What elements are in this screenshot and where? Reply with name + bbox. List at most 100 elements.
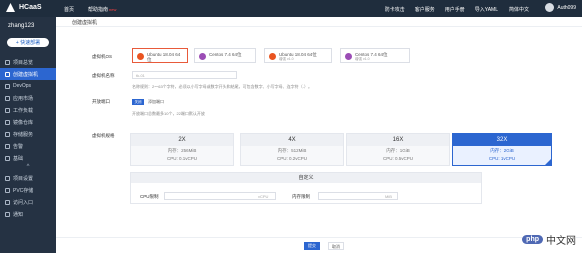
sidebar-item-label: 工作负载 — [13, 107, 34, 114]
menu-icon — [5, 175, 10, 181]
os-option-name: Ubuntu 18.04 64位 — [147, 52, 181, 62]
os-option[interactable]: Centos 7.4 64位 — [194, 48, 256, 63]
spec-option[interactable]: 16X 内存：1GiB CPU: 0.5vCPU — [346, 133, 450, 166]
spec-title: 16X — [347, 134, 449, 146]
sidebar: zhang123 + 快速部署 项目总览创建虚拟机 DevOps 应用市场工作负载镜… — [0, 17, 56, 253]
submit-button[interactable]: 提交 — [304, 242, 320, 250]
vm-name-input[interactable]: tk-01 — [132, 71, 237, 79]
menu-icon — [5, 199, 10, 205]
sidebar-item[interactable]: 告警 — [0, 140, 56, 152]
menu-icon — [5, 131, 10, 137]
os-logo-icon — [269, 53, 276, 60]
logo[interactable]: HCaaS — [6, 3, 42, 12]
avatar — [545, 3, 555, 12]
sidebar-item-label: 项目总览 — [13, 59, 34, 66]
os-option-sub: 增强 v1.0 — [279, 57, 294, 61]
sidebar-item-label: 通知 — [13, 211, 24, 218]
import-yaml-link[interactable]: 导入YAML — [475, 6, 498, 13]
sidebar-item[interactable]: 镜像仓库 — [0, 116, 56, 128]
language-select[interactable]: 简体中文 — [509, 6, 529, 13]
os-label: 虚拟机OS — [92, 54, 113, 59]
memory-unit: MiB — [385, 194, 392, 199]
custom-spec-title: 自定义 — [131, 173, 481, 183]
cancel-button[interactable]: 取消 — [328, 242, 344, 250]
menu-icon — [5, 119, 10, 125]
sidebar-item-label: 镜像仓库 — [13, 119, 34, 126]
spec-memory: 内存：2GiB — [490, 148, 514, 153]
sidebar-item[interactable]: 存储服务 — [0, 128, 56, 140]
sidebar-item-label: 应用市场 — [13, 95, 34, 102]
os-option[interactable]: Ubuntu 18.04 64位 — [132, 48, 188, 63]
menu-icon — [5, 59, 10, 65]
menu-icon — [5, 95, 10, 101]
page-title: 创建虚拟机 — [56, 17, 582, 27]
cpu-limit-label: CPU限制 — [140, 194, 159, 199]
spec-cpu: CPU: 0.5vCPU — [382, 156, 413, 161]
php-logo: php — [522, 235, 543, 244]
vm-name-tip: 名称规则：2～63个字符，必须以小写字母或数字开头和结尾，可包含数字、小写字母、… — [132, 84, 313, 89]
sidebar-item-label: 基础 — [13, 155, 24, 162]
sidebar-item[interactable]: 项目总览 — [0, 56, 56, 68]
spec-title: 2X — [131, 134, 233, 146]
menu-icon — [5, 83, 10, 89]
cpu-unit: vCPU — [258, 194, 269, 199]
spec-cpu: CPU: 0.2vCPU — [276, 156, 307, 161]
sidebar-item-label: 项目设置 — [13, 175, 34, 182]
watermark-brand: php 中文网 — [522, 232, 576, 247]
menu-icon — [5, 107, 10, 113]
sidebar-item[interactable]: DevOps — [0, 80, 56, 92]
top-link-support[interactable]: 客户服务 — [415, 6, 435, 13]
os-option-sub: 增强 v1.0 — [355, 57, 370, 61]
os-logo-icon — [345, 53, 352, 60]
brand-text: 中文网 — [546, 236, 576, 247]
top-link-anti-attack[interactable]: 防卡攻击 — [385, 6, 405, 13]
os-option[interactable]: Centos 7.4 64位 增强 v1.0 — [340, 48, 410, 63]
logo-icon — [6, 3, 15, 12]
sidebar-item[interactable]: 访问入口 — [0, 196, 56, 208]
os-option[interactable]: Ubuntu 18.04 64位 增强 v1.0 — [264, 48, 332, 63]
collapse-chevron-icon[interactable]: ^ — [0, 164, 56, 172]
top-nav-home[interactable]: 首页 — [64, 6, 74, 13]
spec-option[interactable]: 32X 内存：2GiB CPU: 1vCPU — [452, 133, 552, 166]
top-nav-help[interactable]: 帮助指南new — [88, 6, 116, 13]
menu-icon — [5, 71, 10, 77]
os-option-name: Centos 7.4 64位 — [209, 52, 242, 57]
menu-icon — [5, 143, 10, 149]
top-nav-help-label: 帮助指南 — [88, 7, 109, 13]
spec-memory: 内存：1GiB — [386, 148, 410, 153]
os-logo-icon — [137, 53, 144, 60]
selected-check-icon — [545, 159, 551, 165]
spec-option[interactable]: 2X 内存：256MiB CPU: 0.1vCPU — [130, 133, 234, 166]
sidebar-item[interactable]: 工作负载 — [0, 104, 56, 116]
menu-icon — [5, 187, 10, 193]
port-toggle[interactable]: 关闭 — [132, 99, 144, 105]
port-label: 开放端口 — [92, 99, 110, 104]
add-port-link[interactable]: 添加端口 — [148, 99, 164, 105]
top-nav: 首页 帮助指南new — [64, 6, 116, 13]
sidebar-nav: 项目总览创建虚拟机 DevOps 应用市场工作负载镜像仓库存储服务告警基础 ^ 项目设置… — [0, 56, 56, 220]
sidebar-item-label: DevOps — [13, 83, 32, 89]
sidebar-item-label: 访问入口 — [13, 199, 34, 206]
sidebar-item[interactable]: 基础 — [0, 152, 56, 164]
new-badge: new — [109, 7, 117, 12]
sidebar-username: zhang123 — [8, 23, 35, 29]
sidebar-item[interactable]: PVC存储 — [0, 184, 56, 196]
sidebar-item-label: 告警 — [13, 143, 24, 150]
spec-option[interactable]: 4X 内存：512MiB CPU: 0.2vCPU — [240, 133, 344, 166]
spec-memory: 内存：256MiB — [167, 148, 197, 153]
top-link-manual[interactable]: 用户手册 — [445, 6, 465, 13]
sidebar-item[interactable]: 创建虚拟机 — [0, 68, 56, 80]
sidebar-item[interactable]: 应用市场 — [0, 92, 56, 104]
top-bar: HCaaS 首页 帮助指南new 防卡攻击 客户服务 用户手册 导入YAML 简… — [0, 0, 582, 17]
quick-deploy-button[interactable]: + 快速部署 — [7, 38, 49, 47]
spec-cpu: CPU: 1vCPU — [488, 156, 516, 161]
user-menu[interactable]: Auth099 — [545, 3, 576, 12]
spec-memory: 内存：512MiB — [277, 148, 307, 153]
os-logo-icon — [199, 53, 206, 60]
sidebar-item-label: 存储服务 — [13, 131, 34, 138]
sidebar-item[interactable]: 项目设置 — [0, 172, 56, 184]
sidebar-item[interactable]: 通知 — [0, 208, 56, 220]
logo-text: HCaaS — [19, 4, 42, 11]
memory-limit-label: 内存限制 — [292, 194, 310, 199]
menu-icon — [5, 211, 10, 217]
